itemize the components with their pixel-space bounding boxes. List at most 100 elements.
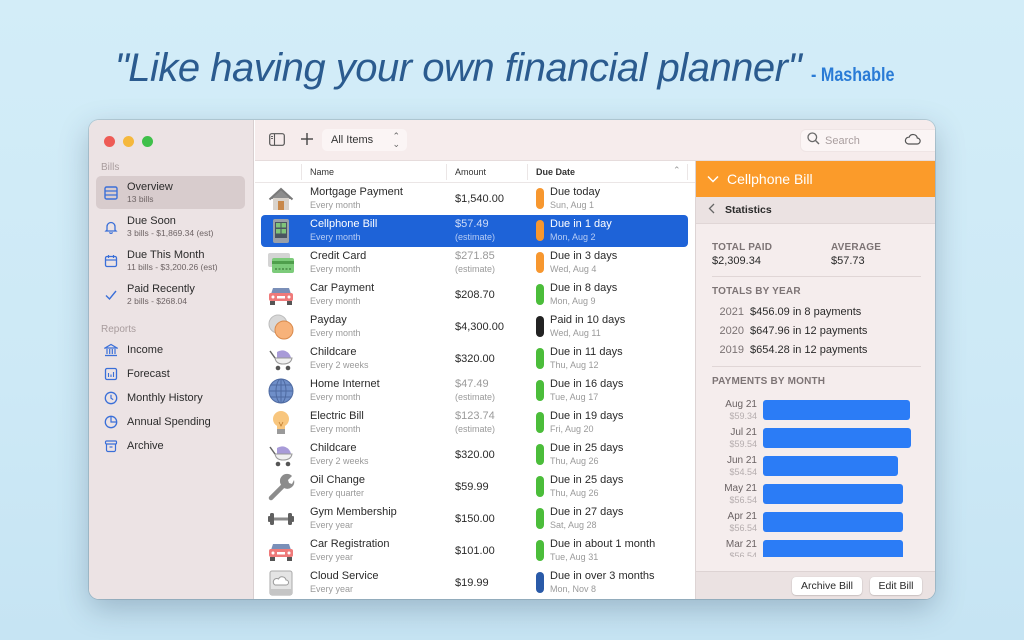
table-row[interactable]: Gym Membership Every year $150.00 Due in 27… <box>255 503 695 535</box>
bill-amount: $4,300.00 <box>455 321 504 333</box>
average-value: $57.73 <box>831 255 865 267</box>
bill-list: Name Amount Due Date ⌃ Mortgage Payment E… <box>255 161 695 599</box>
bill-frequency: Every month <box>310 296 361 306</box>
bill-frequency: Every month <box>310 232 361 242</box>
due-date: Tue, Aug 17 <box>550 392 599 402</box>
statistics-label: Statistics <box>725 204 772 216</box>
due-status: Due in 27 days <box>550 506 624 518</box>
add-bill-button[interactable] <box>300 132 314 146</box>
table-row[interactable]: Payday Every month $4,300.00 Paid in 10 day… <box>255 311 695 343</box>
sidebar-item-income[interactable]: Income <box>96 339 245 361</box>
table-row[interactable]: Childcare Every 2 weeks $320.00 Due in 11 d… <box>255 343 695 375</box>
due-date: Thu, Aug 26 <box>550 488 599 498</box>
headline-source: - Mashable <box>811 65 895 86</box>
status-indicator <box>536 284 544 305</box>
year-label: 2020 <box>719 325 744 337</box>
due-date: Sun, Aug 1 <box>550 200 595 210</box>
sidebar-toggle-icon[interactable] <box>269 133 285 146</box>
due-date: Thu, Aug 26 <box>550 456 599 466</box>
table-header: Name Amount Due Date ⌃ <box>255 161 695 183</box>
credit-card-icon <box>267 250 295 276</box>
sidebar-item-annual-spending[interactable]: Annual Spending <box>96 411 245 433</box>
due-status: Paid in 10 days <box>550 314 626 326</box>
due-status: Due in 11 days <box>550 346 623 358</box>
archive-bill-button[interactable]: Archive Bill <box>792 577 862 595</box>
lightbulb-icon <box>267 410 295 436</box>
bill-frequency: Every quarter <box>310 488 365 498</box>
sidebar-item-forecast[interactable]: Forecast <box>96 363 245 385</box>
zoom-window-button[interactable] <box>142 136 153 147</box>
detail-header[interactable]: Cellphone Bill <box>696 161 935 197</box>
headline: "Like having your own financial planner"… <box>0 46 1024 91</box>
table-row[interactable]: Cloud Service Every year $19.99 Due in over… <box>255 567 695 599</box>
due-status: Due in 16 days <box>550 378 624 390</box>
bill-amount: $57.49 <box>455 218 489 230</box>
coins-icon <box>267 314 295 340</box>
sidebar-item-due-this-month[interactable]: Due This Month 11 bills - $3,200.26 (est) <box>96 244 245 277</box>
column-header-name[interactable]: Name <box>310 167 334 177</box>
sidebar: Bills Overview 13 bills Due Soon 3 bills -… <box>89 120 254 599</box>
table-row[interactable]: Car Payment Every month $208.70 Due in 8 da… <box>255 279 695 311</box>
month-bar-row: Aug 21 $59.34 <box>712 399 922 427</box>
month-bar-row: Apr 21 $56.54 <box>712 511 922 539</box>
table-row[interactable]: Credit Card Every month $271.85 (estimate) D… <box>255 247 695 279</box>
month-bar <box>763 512 903 532</box>
sidebar-item-due-soon[interactable]: Due Soon 3 bills - $1,869.34 (est) <box>96 210 245 243</box>
cloud-sync-icon[interactable] <box>904 132 921 150</box>
due-status: Due in 1 day <box>550 218 612 230</box>
sidebar-item-overview[interactable]: Overview 13 bills <box>96 176 245 209</box>
year-total-row: 2021 $456.09 in 8 payments <box>712 306 862 318</box>
status-indicator <box>536 220 544 241</box>
month-amount: $56.54 <box>729 495 757 505</box>
bill-name: Cloud Service <box>310 570 379 582</box>
back-chevron-icon[interactable] <box>708 203 715 217</box>
sidebar-item-label: Monthly History <box>127 392 203 404</box>
sidebar-item-archive[interactable]: Archive <box>96 435 245 457</box>
table-row[interactable]: Car Registration Every year $101.00 Due in … <box>255 535 695 567</box>
minimize-window-button[interactable] <box>123 136 134 147</box>
edit-bill-button[interactable]: Edit Bill <box>870 577 922 595</box>
bill-name: Mortgage Payment <box>310 186 403 198</box>
filter-popup-button[interactable]: All Items ⌃ ⌄ <box>322 129 407 151</box>
sidebar-item-paid-recently[interactable]: Paid Recently 2 bills - $268.04 <box>96 278 245 311</box>
bill-amount: $1,540.00 <box>455 193 504 205</box>
month-label: Jul 21 <box>730 427 757 438</box>
sidebar-item-label: Forecast <box>127 368 170 380</box>
month-bar-row: May 21 $56.54 <box>712 483 922 511</box>
due-date: Mon, Nov 8 <box>550 584 597 594</box>
month-label: Jun 21 <box>726 455 757 466</box>
close-window-button[interactable] <box>104 136 115 147</box>
search-icon <box>807 131 820 150</box>
section-label-reports: Reports <box>101 324 137 335</box>
table-row[interactable]: Cellphone Bill Every month $57.49 (estimate… <box>255 215 695 247</box>
cloud-drive-icon <box>267 570 295 596</box>
year-total: $654.28 in 12 payments <box>750 344 868 356</box>
bill-frequency: Every month <box>310 328 361 338</box>
detail-title: Cellphone Bill <box>727 171 813 187</box>
stroller-icon <box>267 442 295 468</box>
table-row[interactable]: Electric Bill Every month $123.74 (estimate… <box>255 407 695 439</box>
table-row[interactable]: Oil Change Every quarter $59.99 Due in 25 d… <box>255 471 695 503</box>
month-label: May 21 <box>724 483 757 494</box>
dumbbell-icon <box>267 506 295 532</box>
sidebar-item-sublabel: 11 bills - $3,200.26 (est) <box>127 261 218 272</box>
status-indicator <box>536 572 544 593</box>
status-indicator <box>536 476 544 497</box>
sidebar-item-label: Annual Spending <box>127 416 211 428</box>
month-label: Mar 21 <box>725 539 757 550</box>
bank-icon <box>101 343 121 357</box>
table-row[interactable]: Mortgage Payment Every month $1,540.00 Due … <box>255 183 695 215</box>
table-row[interactable]: Childcare Every 2 weeks $320.00 Due in 25 d… <box>255 439 695 471</box>
car-icon <box>267 538 295 564</box>
totals-by-year-label: TOTALS BY YEAR <box>712 286 801 297</box>
chevron-down-icon[interactable] <box>707 172 719 186</box>
bill-name: Childcare <box>310 346 357 358</box>
column-header-amount[interactable]: Amount <box>455 167 486 177</box>
estimate-label: (estimate) <box>455 424 496 434</box>
sidebar-item-sublabel: 3 bills - $1,869.34 (est) <box>127 227 214 238</box>
bill-name: Childcare <box>310 442 357 454</box>
status-indicator <box>536 412 544 433</box>
table-row[interactable]: Home Internet Every month $47.49 (estimate)… <box>255 375 695 407</box>
column-header-due-date[interactable]: Due Date <box>536 167 575 177</box>
sidebar-item-monthly-history[interactable]: Monthly History <box>96 387 245 409</box>
